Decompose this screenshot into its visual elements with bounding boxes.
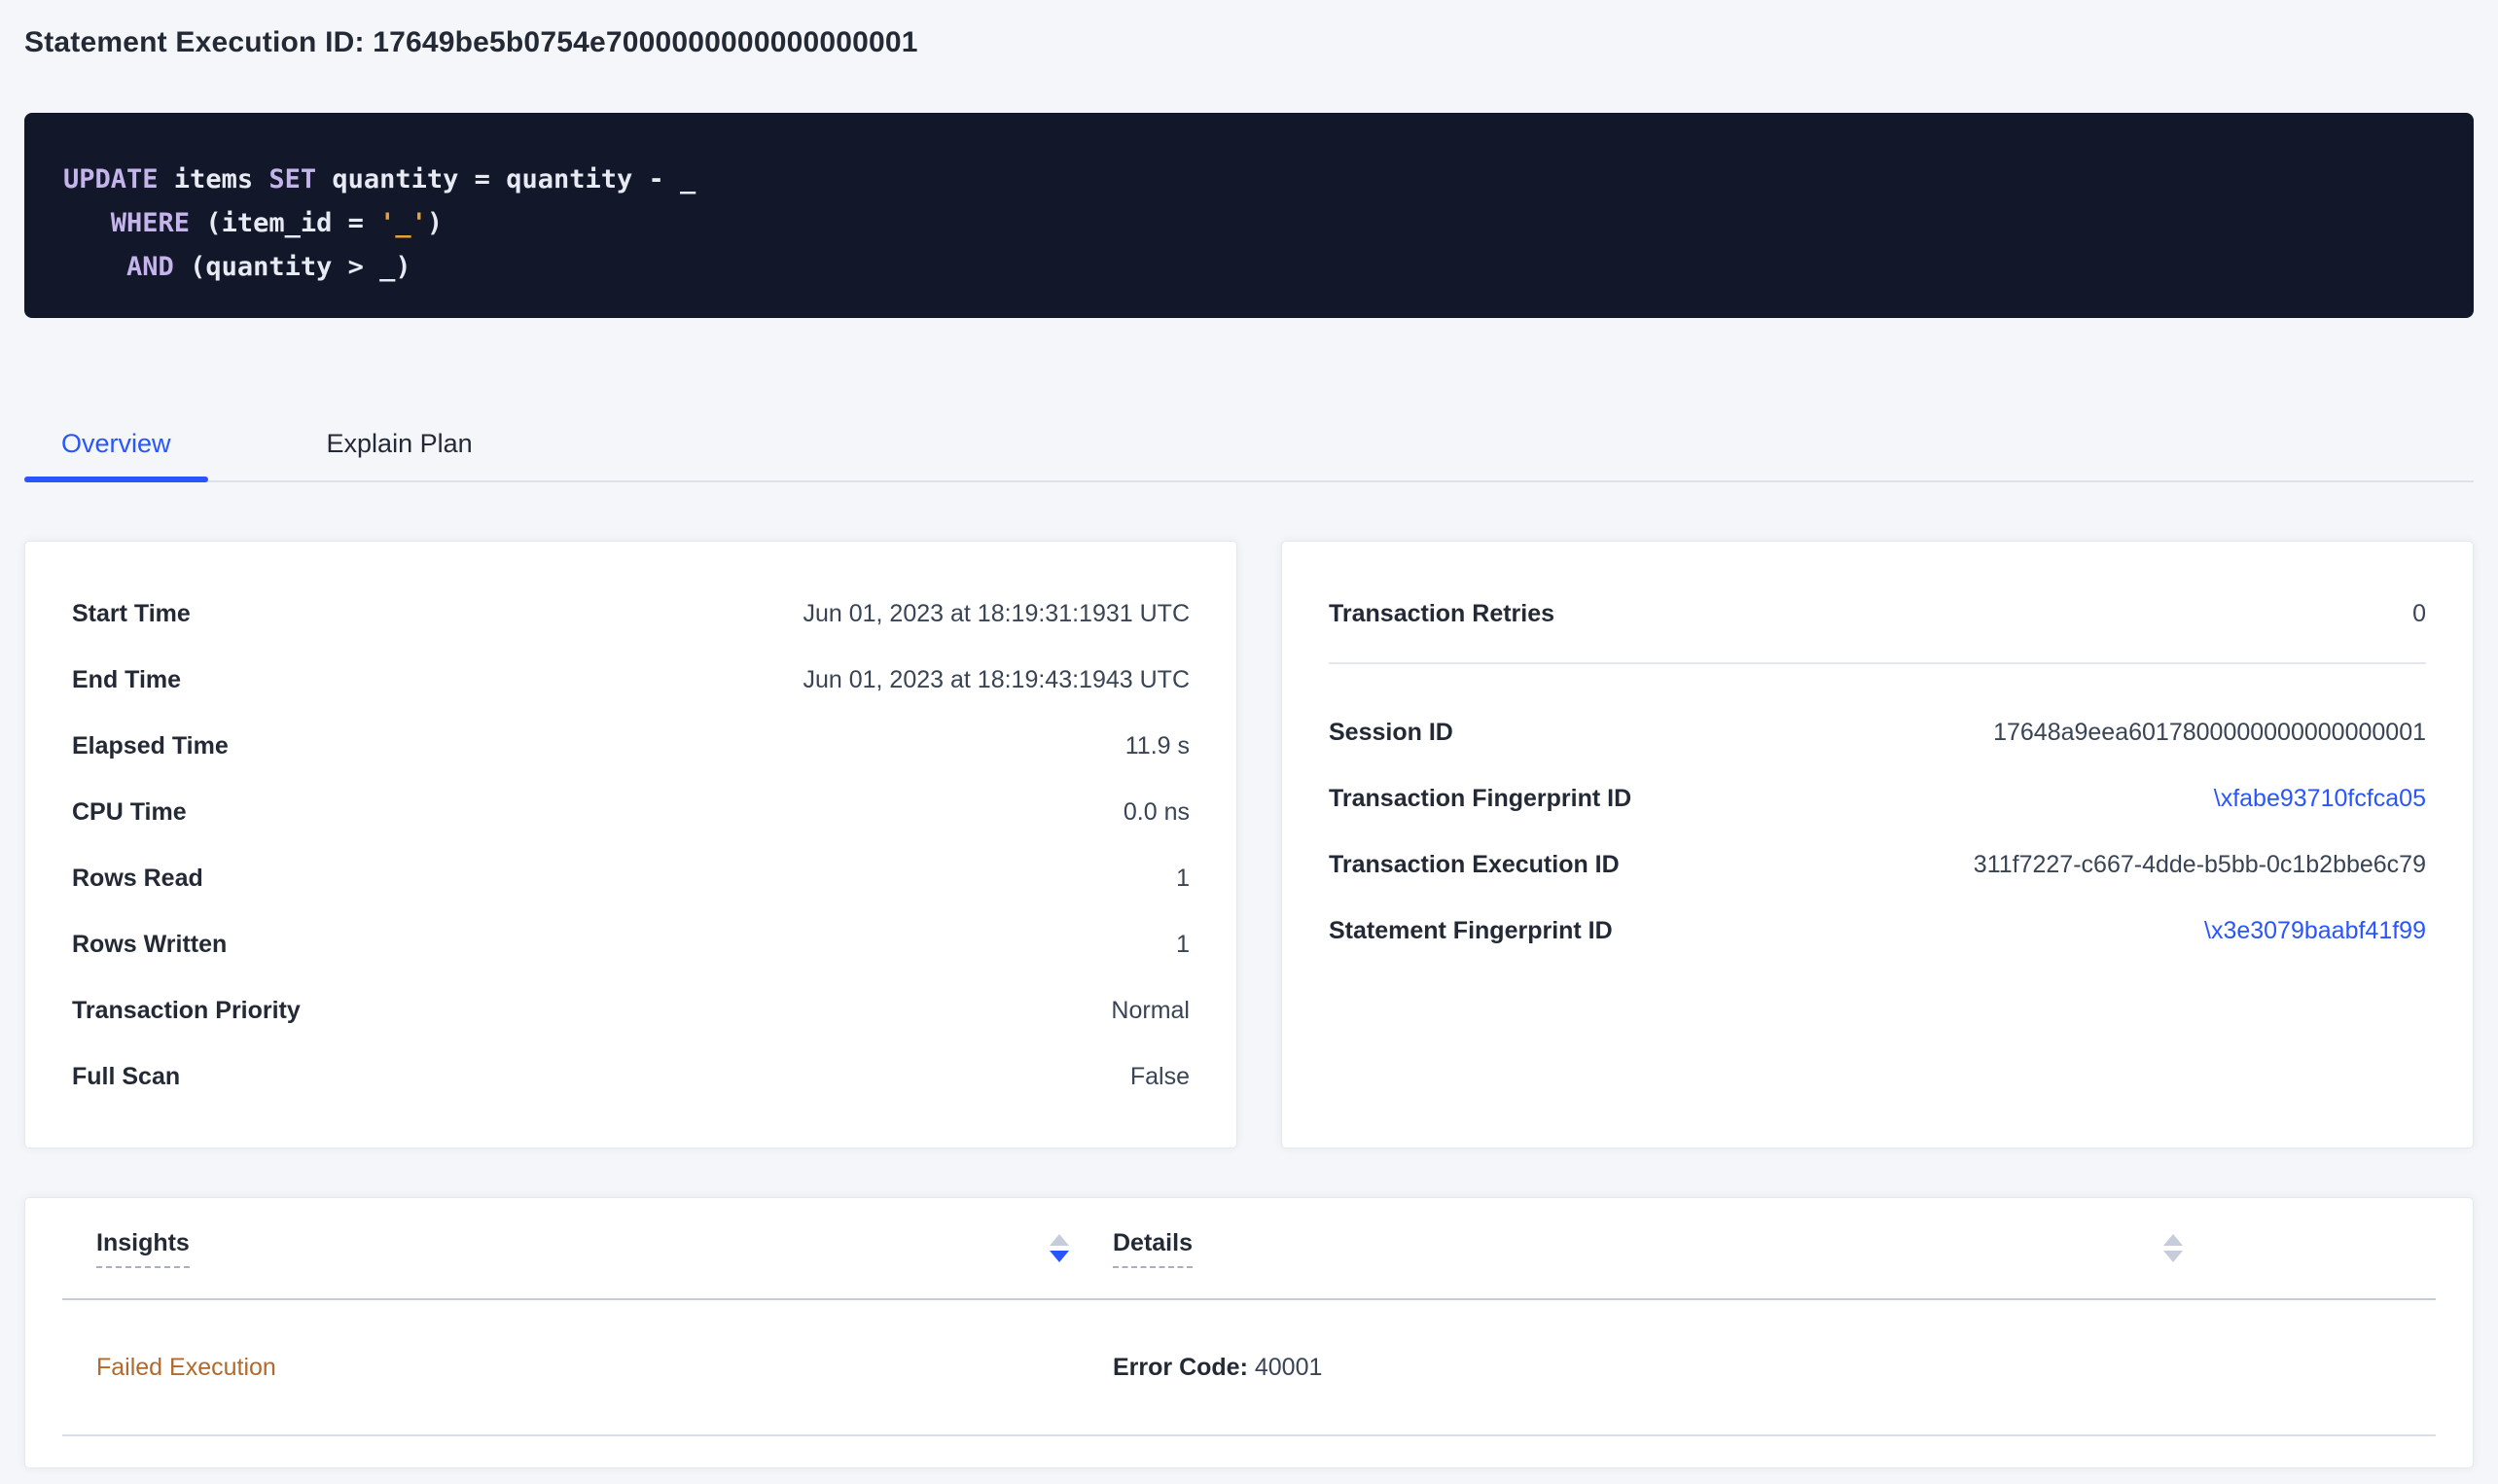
- detail-label: Session ID: [1329, 719, 1453, 747]
- detail-label: Transaction Retries: [1329, 600, 1554, 628]
- detail-row: Statement Fingerprint ID \x3e3079baabf41f…: [1329, 898, 2426, 964]
- column-header-insights[interactable]: Insights: [62, 1229, 1069, 1268]
- detail-row: Transaction Fingerprint ID \xfabe93710fcf…: [1329, 765, 2426, 831]
- tab-label: Overview: [61, 429, 171, 458]
- sort-up-arrow: [2163, 1234, 2183, 1246]
- sql-text: items: [159, 164, 269, 194]
- tab-label: Explain Plan: [327, 429, 473, 458]
- insights-table-card: InsightsDetails Failed ExecutionError Co…: [24, 1197, 2474, 1468]
- tab-bar: Overview Explain Plan: [24, 415, 2474, 482]
- sql-statement-box: UPDATE items SET quantity = quantity - _…: [24, 113, 2474, 318]
- insight-table-row: Failed ExecutionError Code: 40001: [62, 1300, 2436, 1436]
- sort-icon[interactable]: [1050, 1234, 1069, 1262]
- detail-value: 311f7227-c667-4dde-b5bb-0c1b2bbe6c79: [1974, 851, 2426, 879]
- detail-value: Normal: [1111, 997, 1190, 1025]
- detail-value: Jun 01, 2023 at 18:19:31:1931 UTC: [803, 600, 1190, 628]
- detail-label: Elapsed Time: [72, 732, 229, 760]
- overview-cards: Start Time Jun 01, 2023 at 18:19:31:1931 …: [24, 541, 2474, 1148]
- detail-value: 11.9 s: [1125, 732, 1190, 760]
- sql-line-2: WHERE (item_id = '_'): [63, 201, 2435, 245]
- detail-label: Transaction Fingerprint ID: [1329, 785, 1631, 813]
- card-divider: [1329, 662, 2426, 664]
- sort-down-arrow: [2163, 1251, 2183, 1262]
- tab-explain-plan[interactable]: Explain Plan: [290, 415, 510, 480]
- detail-label: Full Scan: [72, 1063, 180, 1091]
- detail-row: Transaction Priority Normal: [72, 977, 1190, 1043]
- sql-keyword: UPDATE: [63, 164, 159, 194]
- insight-type-cell: Failed Execution: [62, 1354, 1069, 1382]
- sql-keyword: WHERE: [111, 208, 190, 238]
- detail-label: Start Time: [72, 600, 191, 628]
- sql-text: (quantity > _): [174, 252, 411, 282]
- detail-value: False: [1130, 1063, 1190, 1091]
- sql-keyword: SET: [268, 164, 316, 194]
- detail-row: Start Time Jun 01, 2023 at 18:19:31:1931 …: [72, 581, 1190, 647]
- sql-keyword: AND: [126, 252, 174, 282]
- detail-row: End Time Jun 01, 2023 at 18:19:43:1943 UT…: [72, 647, 1190, 713]
- detail-value: 1: [1176, 931, 1190, 959]
- sql-text: ): [427, 208, 443, 238]
- detail-value: Jun 01, 2023 at 18:19:43:1943 UTC: [803, 666, 1190, 694]
- sql-line-3: AND (quantity > _): [63, 245, 2435, 289]
- detail-label: Transaction Priority: [72, 997, 301, 1025]
- detail-label: Statement Fingerprint ID: [1329, 917, 1613, 945]
- insights-table: InsightsDetails Failed ExecutionError Co…: [62, 1198, 2436, 1436]
- sql-line-1: UPDATE items SET quantity = quantity - _: [63, 158, 2435, 201]
- detail-row: Elapsed Time 11.9 s: [72, 713, 1190, 779]
- insight-details-cell: Error Code: 40001: [1069, 1354, 2183, 1382]
- fingerprint-id-link[interactable]: \xfabe93710fcfca05: [2214, 785, 2426, 813]
- detail-label: Transaction Execution ID: [1329, 851, 1620, 879]
- error-code-label: Error Code:: [1113, 1354, 1248, 1381]
- detail-value: 0.0 ns: [1124, 798, 1190, 827]
- detail-value: 1: [1176, 865, 1190, 893]
- detail-label: End Time: [72, 666, 181, 694]
- sort-down-arrow: [1050, 1251, 1069, 1262]
- detail-label: CPU Time: [72, 798, 187, 827]
- page-title: Statement Execution ID: 17649be5b0754e70…: [24, 26, 2474, 59]
- detail-row: Rows Written 1: [72, 911, 1190, 977]
- sql-text: [63, 208, 111, 238]
- detail-row: Transaction Execution ID 311f7227-c667-4d…: [1329, 831, 2426, 898]
- tab-overview[interactable]: Overview: [24, 415, 208, 480]
- column-header-label: Insights: [96, 1229, 190, 1268]
- statement-details-card: Start Time Jun 01, 2023 at 18:19:31:1931 …: [24, 541, 1237, 1148]
- detail-row: Session ID 17648a9eea60178000000000000000…: [1329, 699, 2426, 765]
- detail-label: Rows Read: [72, 865, 203, 893]
- column-header-details[interactable]: Details: [1069, 1229, 2183, 1268]
- sort-up-arrow: [1050, 1234, 1069, 1246]
- detail-row: Transaction Retries 0: [1329, 581, 2426, 647]
- insights-table-header: Insights Details: [62, 1198, 2436, 1300]
- sql-text: [63, 252, 126, 282]
- sql-text: (item_id =: [190, 208, 379, 238]
- transaction-details-card: Transaction Retries 0 Session ID 17648a9eea…: [1281, 541, 2474, 1148]
- column-header-label: Details: [1113, 1229, 1193, 1268]
- detail-row: CPU Time 0.0 ns: [72, 779, 1190, 845]
- sql-text: quantity = quantity - _: [316, 164, 696, 194]
- detail-value: 17648a9eea6017800000000000000001: [1993, 719, 2426, 747]
- detail-value: 0: [2412, 600, 2426, 628]
- detail-row: Rows Read 1: [72, 845, 1190, 911]
- fingerprint-id-link[interactable]: \x3e3079baabf41f99: [2204, 917, 2426, 945]
- detail-row: Full Scan False: [72, 1043, 1190, 1110]
- sql-string-literal: '_': [379, 208, 427, 238]
- detail-label: Rows Written: [72, 931, 227, 959]
- sort-icon[interactable]: [2163, 1234, 2183, 1262]
